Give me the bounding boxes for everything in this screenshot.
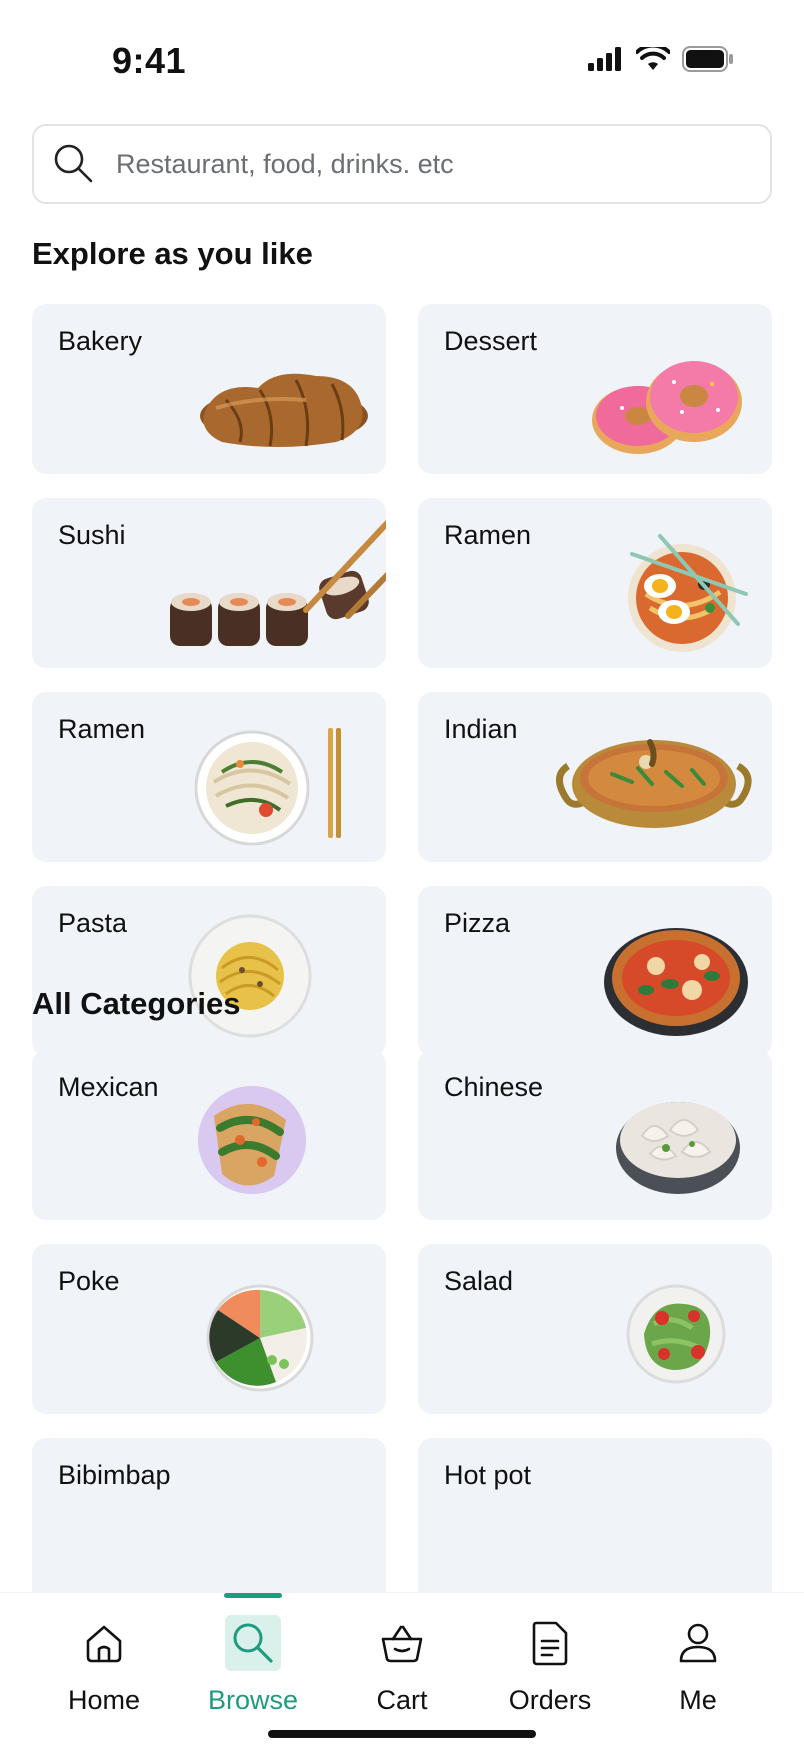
nav-label: Cart	[376, 1685, 428, 1715]
poke-bowl-image	[206, 1284, 314, 1392]
salad-plate-image	[626, 1284, 726, 1384]
category-card-sushi[interactable]: Sushi	[32, 498, 386, 668]
category-label: Indian	[444, 714, 518, 744]
battery-icon	[682, 46, 733, 72]
category-card-indian[interactable]: Indian	[418, 692, 772, 862]
nav-label: Orders	[508, 1685, 592, 1715]
status-bar: 9:41	[0, 0, 804, 110]
category-label: Pasta	[58, 908, 128, 938]
ramen-egg-bowl-image	[628, 534, 748, 652]
status-time: 9:41	[112, 40, 187, 81]
search-input[interactable]	[116, 148, 716, 180]
category-label: Ramen	[58, 714, 146, 744]
category-label: Chinese	[444, 1072, 544, 1102]
category-card-ramen[interactable]: Ramen	[418, 498, 772, 668]
donut-image	[592, 361, 742, 454]
cellular-signal-icon	[588, 47, 621, 71]
explore-grid: Bakery Dessert Sushi Ramen Ramen Indian …	[32, 304, 772, 1056]
search-icon	[233, 1623, 273, 1663]
category-label: Mexican	[58, 1072, 159, 1102]
ramen-noodle-bowl-image	[194, 728, 341, 846]
user-icon	[679, 1623, 717, 1663]
category-card-dessert[interactable]: Dessert	[418, 304, 772, 474]
nav-browse[interactable]: Browse	[193, 1615, 313, 1715]
nav-home[interactable]: Home	[44, 1615, 164, 1715]
search-icon	[54, 144, 93, 183]
category-card-ramen-2[interactable]: Ramen	[32, 692, 386, 862]
status-icons	[588, 46, 734, 72]
category-label: Bibimbap	[58, 1460, 171, 1490]
nav-label: Browse	[207, 1685, 299, 1715]
category-card-pasta[interactable]: Pasta	[32, 886, 386, 1056]
nav-label: Me	[679, 1685, 717, 1715]
sushi-image	[170, 519, 386, 646]
tacos-plate-image	[198, 1086, 306, 1194]
pizza-image	[604, 928, 748, 1036]
category-label: Dessert	[444, 326, 538, 356]
dumplings-bowl-image	[616, 1102, 740, 1194]
document-icon	[532, 1621, 568, 1666]
category-label: Poke	[58, 1266, 120, 1296]
home-icon	[86, 1625, 122, 1663]
category-label: Bakery	[58, 326, 143, 356]
category-card-bakery[interactable]: Bakery	[32, 304, 386, 474]
category-card-salad[interactable]: Salad	[418, 1244, 772, 1414]
curry-pot-image	[556, 739, 752, 828]
category-label: Ramen	[444, 520, 532, 550]
nav-cart[interactable]: Cart	[342, 1615, 462, 1715]
categories-section-title: All Categories	[32, 986, 241, 1021]
bottom-navigation: Home Browse Cart Orders Me	[0, 1592, 804, 1748]
search-bar[interactable]	[32, 124, 772, 204]
category-card-chinese[interactable]: Chinese	[418, 1050, 772, 1220]
pasta-plate-image	[188, 914, 312, 1038]
category-label: Pizza	[444, 908, 511, 938]
nav-me[interactable]: Me	[638, 1615, 758, 1715]
category-card-hot-pot[interactable]: Hot pot	[418, 1438, 772, 1608]
nav-label: Home	[67, 1685, 141, 1715]
active-tab-indicator	[224, 1593, 282, 1598]
category-label: Hot pot	[444, 1460, 532, 1490]
explore-section-title: Explore as you like	[32, 236, 313, 271]
basket-icon	[381, 1625, 423, 1663]
category-card-poke[interactable]: Poke	[32, 1244, 386, 1414]
categories-grid: Mexican Chinese Poke Salad Bibimbap Hot …	[32, 1050, 772, 1608]
croissant-image	[200, 373, 368, 447]
nav-orders[interactable]: Orders	[490, 1615, 610, 1715]
category-card-pizza[interactable]: Pizza	[418, 886, 772, 1056]
category-label: Sushi	[58, 520, 126, 550]
home-indicator	[268, 1730, 536, 1738]
wifi-icon	[636, 47, 670, 70]
category-label: Salad	[444, 1266, 514, 1296]
category-card-mexican[interactable]: Mexican	[32, 1050, 386, 1220]
category-card-bibimbap[interactable]: Bibimbap	[32, 1438, 386, 1608]
